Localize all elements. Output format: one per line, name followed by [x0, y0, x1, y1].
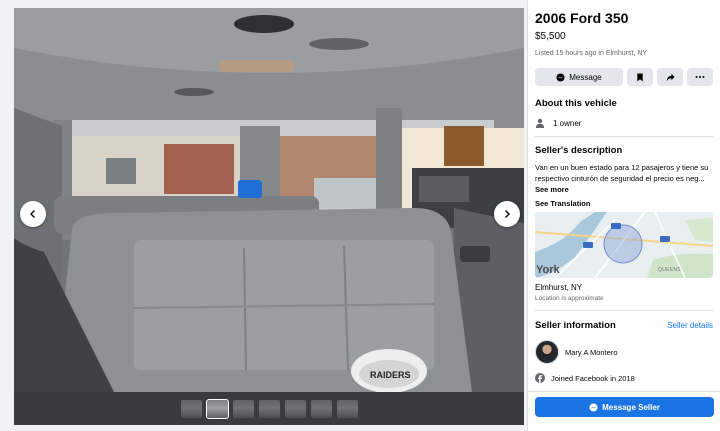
listing-title: 2006 Ford 350	[535, 10, 629, 26]
message-seller-button[interactable]: Message Seller	[535, 397, 714, 417]
message-seller-label: Message Seller	[602, 402, 660, 412]
thumbnail[interactable]	[205, 398, 229, 419]
more-options-button[interactable]	[687, 68, 713, 86]
save-button[interactable]	[627, 68, 653, 86]
seller-description-heading: Seller's description	[535, 145, 623, 156]
seller-description: Van en un buen estado para 12 pasajeros …	[535, 162, 713, 195]
joined-text: Joined Facebook in 2018	[551, 373, 635, 383]
chevron-right-icon	[505, 210, 510, 218]
marketplace-listing: RAIDERS 2006 Ford 350 $5,500 Listed 15 h…	[0, 0, 720, 431]
facebook-icon	[535, 373, 545, 383]
listing-meta: Listed 15 hours ago in Elmhurst, NY	[535, 50, 648, 57]
listing-photo: RAIDERS	[14, 8, 524, 392]
share-icon	[666, 73, 675, 81]
message-button-label: Message	[569, 72, 602, 82]
person-icon	[535, 118, 545, 128]
van-interior-image: RAIDERS	[14, 8, 524, 392]
seller-details-link[interactable]: Seller details	[667, 321, 713, 330]
listing-price: $5,500	[535, 31, 566, 42]
panel-footer: Message Seller	[528, 391, 720, 431]
thumbnail[interactable]	[336, 399, 358, 418]
joined-facebook-row: Joined Facebook in 2018	[535, 373, 713, 383]
photo-viewer: RAIDERS	[0, 0, 527, 431]
owners-text: 1 owner	[553, 118, 582, 128]
action-bar: Message	[535, 68, 713, 86]
thumbnail[interactable]	[310, 399, 332, 418]
thumbnail[interactable]	[180, 399, 202, 418]
map-city-label: York	[536, 264, 560, 276]
seller-avatar[interactable]	[535, 340, 559, 364]
see-more-link[interactable]: See more	[535, 185, 569, 194]
thumbnail[interactable]	[258, 399, 280, 418]
previous-photo-button[interactable]	[20, 201, 46, 227]
hat-text: RAIDERS	[370, 370, 411, 380]
seller-info-heading: Seller information	[535, 320, 616, 331]
message-button[interactable]: Message	[535, 68, 623, 86]
more-icon	[695, 76, 705, 78]
thumbnail-strip	[14, 392, 524, 425]
see-translation-link[interactable]: See Translation	[535, 199, 713, 208]
details-scroll-area[interactable]: 2006 Ford 350 $5,500 Listed 15 hours ago…	[528, 0, 720, 391]
seller-profile[interactable]: Mary A Montero	[535, 340, 713, 364]
description-text: Van en un buen estado para 12 pasajeros …	[535, 163, 709, 183]
map-image	[535, 212, 713, 278]
about-vehicle-heading: About this vehicle	[535, 98, 617, 109]
next-photo-button[interactable]	[494, 201, 520, 227]
thumbnail[interactable]	[232, 399, 254, 418]
messenger-icon	[556, 72, 565, 82]
location-map[interactable]: York QUEENS	[535, 212, 713, 278]
owners-row: 1 owner	[535, 118, 713, 137]
thumbnail[interactable]	[284, 399, 306, 418]
seller-info-header: Seller information Seller details	[535, 320, 713, 331]
messenger-icon	[589, 402, 598, 412]
location-name: Elmhurst, NY	[535, 283, 583, 292]
chevron-left-icon	[30, 210, 35, 218]
bookmark-icon	[637, 72, 643, 82]
map-district-label: QUEENS	[658, 267, 681, 273]
location-note: Location is approximate	[535, 295, 713, 311]
seller-name[interactable]: Mary A Montero	[565, 348, 618, 357]
listing-details-panel: 2006 Ford 350 $5,500 Listed 15 hours ago…	[527, 0, 720, 431]
share-button[interactable]	[657, 68, 683, 86]
